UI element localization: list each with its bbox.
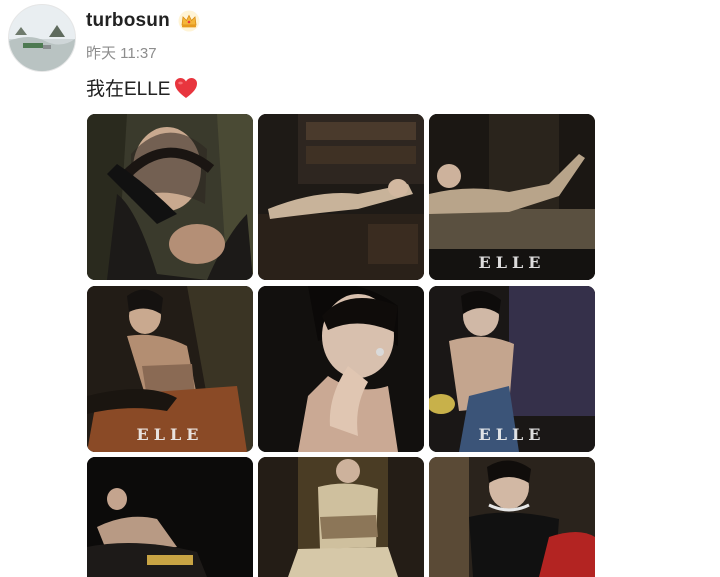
elle-watermark: ELLE [478, 253, 546, 272]
photo-7[interactable] [87, 457, 253, 577]
post-text: 我在ELLE [86, 74, 198, 101]
elle-watermark: ELLE [136, 425, 204, 444]
photo-3[interactable]: ELLE [429, 114, 595, 280]
post-timestamp[interactable]: 昨天 11:37 [86, 42, 157, 63]
photo-1[interactable] [87, 114, 253, 280]
crown-icon [178, 10, 200, 32]
photo-5[interactable] [258, 286, 424, 452]
post-text-content: 我在ELLE [86, 79, 171, 100]
avatar[interactable] [8, 4, 76, 72]
username-link[interactable]: turbosun [86, 10, 170, 32]
photo-4[interactable]: ELLE [87, 286, 253, 452]
photo-9[interactable] [429, 457, 595, 577]
elle-watermark: ELLE [478, 425, 546, 444]
photo-6[interactable]: ELLE [429, 286, 595, 452]
photo-2[interactable] [258, 114, 424, 280]
photo-8[interactable] [258, 457, 424, 577]
red-heart-icon [175, 78, 198, 98]
